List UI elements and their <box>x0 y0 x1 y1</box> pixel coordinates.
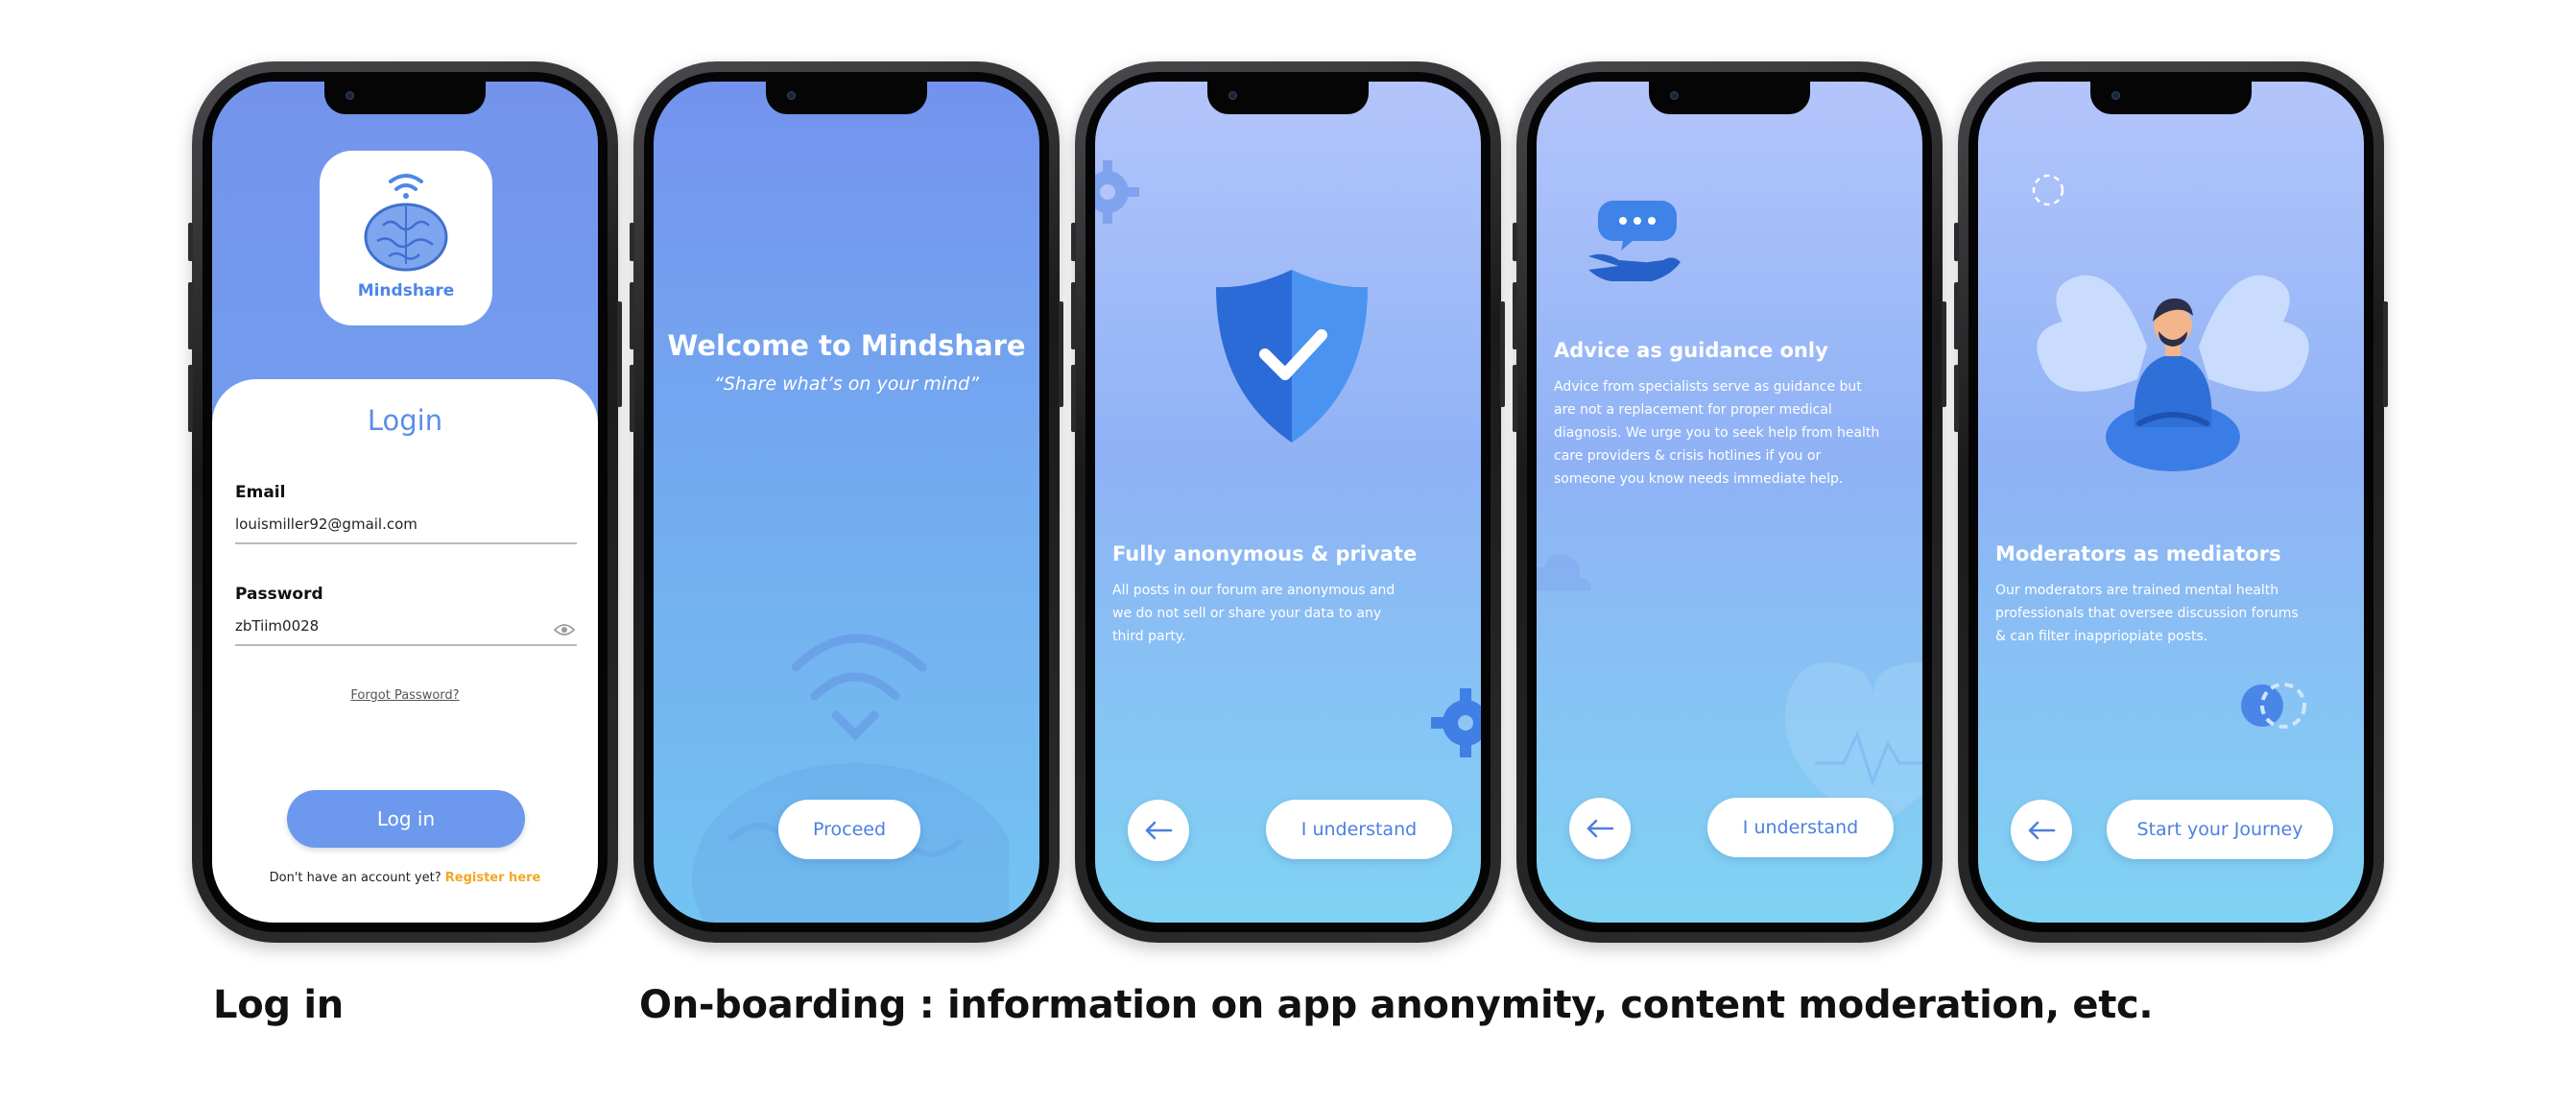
phone-anonymity: Fully anonymous & private All posts in o… <box>1071 61 1505 943</box>
password-label: Password <box>235 585 323 604</box>
arrow-left-icon <box>1586 819 1614 838</box>
phone-notch <box>2090 82 2252 114</box>
advice-screen: Advice as guidance only Advice from spec… <box>1537 82 1922 923</box>
start-journey-button[interactable]: Start your Journey <box>2107 800 2333 859</box>
login-form: Login Email Password Forgot Password? Lo… <box>212 379 598 923</box>
phone-notch <box>1207 82 1369 114</box>
login-button[interactable]: Log in <box>287 790 525 848</box>
email-field[interactable] <box>235 516 533 533</box>
anonymity-screen: Fully anonymous & private All posts in o… <box>1095 82 1481 923</box>
register-prompt-text: Don't have an account yet? <box>269 871 441 885</box>
phone-notch <box>766 82 927 114</box>
phone-notch <box>324 82 486 114</box>
register-prompt: Don't have an account yet? Register here <box>212 871 598 885</box>
i-understand-button[interactable]: I understand <box>1707 798 1894 857</box>
app-logo: Mindshare <box>320 151 492 325</box>
login-title: Login <box>367 404 443 437</box>
register-link[interactable]: Register here <box>445 871 541 885</box>
brain-watermark-icon <box>692 634 1009 923</box>
brand-name: Mindshare <box>357 281 455 300</box>
toggle-circles-decor-icon <box>2241 683 2306 729</box>
meditating-person-icon <box>2037 275 2309 471</box>
phone-welcome: Welcome to Mindshare “Share what’s on yo… <box>630 61 1063 943</box>
dashed-circle-decor-icon <box>2032 174 2064 206</box>
moderators-screen: Moderators as mediators Our moderators a… <box>1978 82 2364 923</box>
onboarding-caption: On-boarding : information on app anonymi… <box>639 983 2154 1027</box>
forgot-password-link[interactable]: Forgot Password? <box>212 688 598 703</box>
proceed-button[interactable]: Proceed <box>778 800 920 859</box>
moderators-body: Our moderators are trained mental health… <box>1995 583 2299 644</box>
eye-icon[interactable] <box>554 623 575 636</box>
i-understand-button[interactable]: I understand <box>1266 800 1452 859</box>
login-screen: Mindshare Login Email Password Forgot Pa… <box>212 82 598 923</box>
back-button[interactable] <box>1128 800 1189 861</box>
email-field-container <box>235 510 577 544</box>
back-button[interactable] <box>2011 800 2072 861</box>
anonymity-body: All posts in our forum are anonymous and… <box>1112 583 1395 644</box>
shield-check-icon <box>1216 270 1368 443</box>
phone-login: Mindshare Login Email Password Forgot Pa… <box>188 61 622 943</box>
moderators-title: Moderators as mediators <box>1995 542 2281 565</box>
gear-decor-icon <box>1095 160 1139 224</box>
welcome-screen: Welcome to Mindshare “Share what’s on yo… <box>654 82 1039 923</box>
email-label: Email <box>235 483 286 502</box>
phone-advice: Advice as guidance only Advice from spec… <box>1513 61 1946 943</box>
phone-notch <box>1649 82 1810 114</box>
brain-wifi-icon <box>364 174 448 272</box>
phone-moderators: Moderators as mediators Our moderators a… <box>1954 61 2388 943</box>
chat-hand-icon <box>1588 201 1681 281</box>
back-button[interactable] <box>1569 798 1631 859</box>
welcome-title: Welcome to Mindshare <box>667 329 1026 362</box>
password-field[interactable] <box>235 617 533 635</box>
advice-title: Advice as guidance only <box>1554 339 1828 362</box>
password-field-container <box>235 612 577 646</box>
arrow-left-icon <box>1145 821 1173 840</box>
advice-body: Advice from specialists serve as guidanc… <box>1554 379 1880 487</box>
cloud-decor-icon <box>1537 554 1591 590</box>
gear-decor-icon <box>1431 688 1481 757</box>
anonymity-title: Fully anonymous & private <box>1112 542 1418 565</box>
welcome-tagline: “Share what’s on your mind” <box>714 373 979 395</box>
arrow-left-icon <box>2028 821 2056 840</box>
login-caption: Log in <box>213 983 344 1027</box>
